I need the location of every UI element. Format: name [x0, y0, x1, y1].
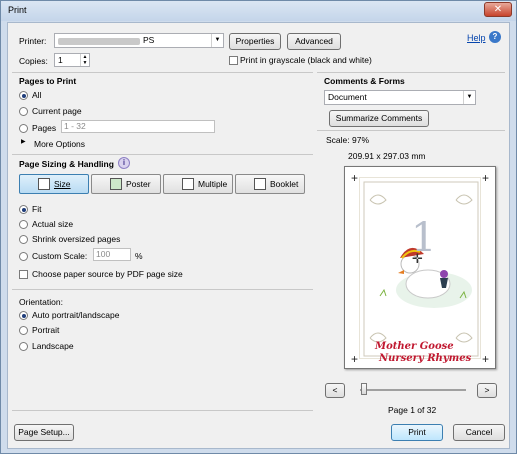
orientation-title: Orientation:: [19, 297, 63, 307]
size-button[interactable]: Size: [19, 174, 89, 194]
percent-label: %: [135, 251, 143, 261]
actual-size-label: Actual size: [32, 219, 74, 229]
booklet-button-label: Booklet: [270, 179, 299, 189]
shrink-oversized-label: Shrink oversized pages: [32, 234, 121, 244]
auto-orientation-label: Auto portrait/landscape: [32, 310, 120, 320]
pages-to-print-title: Pages to Print: [19, 76, 77, 86]
preview-dimensions: 209.91 x 297.03 mm: [348, 151, 426, 161]
pages-all-label: All: [32, 90, 42, 100]
pages-range-label: Pages: [32, 123, 57, 133]
divider: [12, 72, 313, 73]
properties-button[interactable]: Properties: [229, 33, 281, 50]
shrink-oversized-radio[interactable]: [19, 235, 28, 244]
cover-title-line-1: Mother Goose: [375, 341, 454, 352]
page-art: [359, 177, 481, 359]
custom-scale-input[interactable]: 100: [93, 248, 131, 261]
crop-mark-icon: +: [351, 171, 359, 185]
choose-paper-source-label: Choose paper source by PDF page size: [32, 269, 183, 279]
printer-select-value: PS: [143, 35, 155, 45]
page-indicator: Page 1 of 32: [388, 405, 437, 415]
landscape-label: Landscape: [32, 341, 74, 351]
print-button[interactable]: Print: [391, 424, 443, 441]
multiple-button[interactable]: Multiple: [163, 174, 233, 194]
auto-orientation-radio[interactable]: [19, 311, 28, 320]
chevron-down-icon: ▼: [463, 91, 475, 104]
more-options-toggle[interactable]: More Options: [34, 139, 85, 149]
comments-forms-title: Comments & Forms: [324, 76, 405, 86]
multiple-button-label: Multiple: [198, 179, 228, 189]
help-link[interactable]: Help: [467, 33, 486, 43]
printer-select[interactable]: PS ▼: [54, 33, 224, 48]
pages-range-input[interactable]: 1 - 32: [61, 120, 215, 133]
printer-name-redacted: [58, 38, 140, 45]
summarize-comments-button[interactable]: Summarize Comments: [329, 110, 429, 127]
booklet-icon: [254, 178, 266, 190]
copies-label: Copies:: [19, 56, 48, 66]
divider: [12, 289, 313, 290]
window-title: Print: [8, 5, 27, 15]
preview-scale: Scale: 97%: [326, 135, 369, 145]
printer-label: Printer:: [19, 36, 47, 46]
landscape-radio[interactable]: [19, 342, 28, 351]
dialog-body: Printer: PS ▼ Properties Advanced Help ?…: [7, 22, 510, 449]
prev-page-button[interactable]: <: [325, 383, 345, 398]
page-preview: + + + + 1 ✛ Mother Goose Nursery Rhymes: [344, 166, 496, 369]
portrait-label: Portrait: [32, 325, 60, 335]
advanced-button[interactable]: Advanced: [287, 33, 341, 50]
crop-mark-icon: +: [481, 171, 489, 185]
poster-button[interactable]: Poster: [91, 174, 161, 194]
zoom-cursor-icon: ✛: [412, 251, 423, 266]
choose-paper-source-checkbox[interactable]: [19, 270, 28, 279]
current-page-label: Current page: [32, 106, 82, 116]
divider: [12, 154, 313, 155]
copies-stepper[interactable]: 1 ▲ ▼: [54, 53, 90, 67]
close-button[interactable]: ✕: [484, 2, 512, 17]
page-slider-thumb[interactable]: [361, 383, 367, 395]
size-button-label: Size: [54, 179, 71, 189]
divider: [317, 130, 505, 131]
multiple-icon: [182, 178, 194, 190]
grayscale-label: Print in grayscale (black and white): [240, 55, 372, 65]
poster-button-label: Poster: [126, 179, 151, 189]
book-cover-illustration: [363, 181, 479, 357]
divider: [317, 72, 505, 73]
help-icon[interactable]: ?: [489, 31, 501, 43]
current-page-radio[interactable]: [19, 107, 28, 116]
info-icon[interactable]: i: [118, 157, 130, 169]
pages-all-radio[interactable]: [19, 91, 28, 100]
pages-range-radio[interactable]: [19, 124, 28, 133]
fit-label: Fit: [32, 204, 42, 214]
comments-forms-select[interactable]: Document ▼: [324, 90, 476, 105]
print-dialog: Print ✕ Printer: PS ▼ Properties Advance…: [0, 0, 517, 454]
expand-triangle-icon[interactable]: ▶: [21, 138, 26, 145]
cancel-button[interactable]: Cancel: [453, 424, 505, 441]
fit-radio[interactable]: [19, 205, 28, 214]
comments-forms-value: Document: [328, 92, 367, 102]
custom-scale-label: Custom Scale:: [32, 251, 88, 261]
portrait-radio[interactable]: [19, 326, 28, 335]
custom-scale-radio[interactable]: [19, 252, 28, 261]
crop-mark-icon: +: [351, 352, 359, 366]
cover-title-line-2: Nursery Rhymes: [379, 353, 472, 364]
crop-mark-icon: +: [481, 352, 489, 366]
booklet-button[interactable]: Booklet: [235, 174, 305, 194]
page-setup-button[interactable]: Page Setup...: [14, 424, 74, 441]
chevron-down-icon: ▼: [211, 34, 223, 47]
actual-size-radio[interactable]: [19, 220, 28, 229]
size-icon: [38, 178, 50, 190]
copies-value: 1: [58, 55, 63, 65]
stepper-arrows-icon[interactable]: ▲ ▼: [80, 54, 89, 66]
grayscale-checkbox[interactable]: [229, 56, 238, 65]
page-slider-track[interactable]: [360, 389, 466, 391]
poster-icon: [110, 178, 122, 190]
page-sizing-title: Page Sizing & Handling: [19, 159, 114, 169]
title-bar: Print ✕: [1, 1, 516, 21]
next-page-button[interactable]: >: [477, 383, 497, 398]
divider: [12, 410, 313, 411]
